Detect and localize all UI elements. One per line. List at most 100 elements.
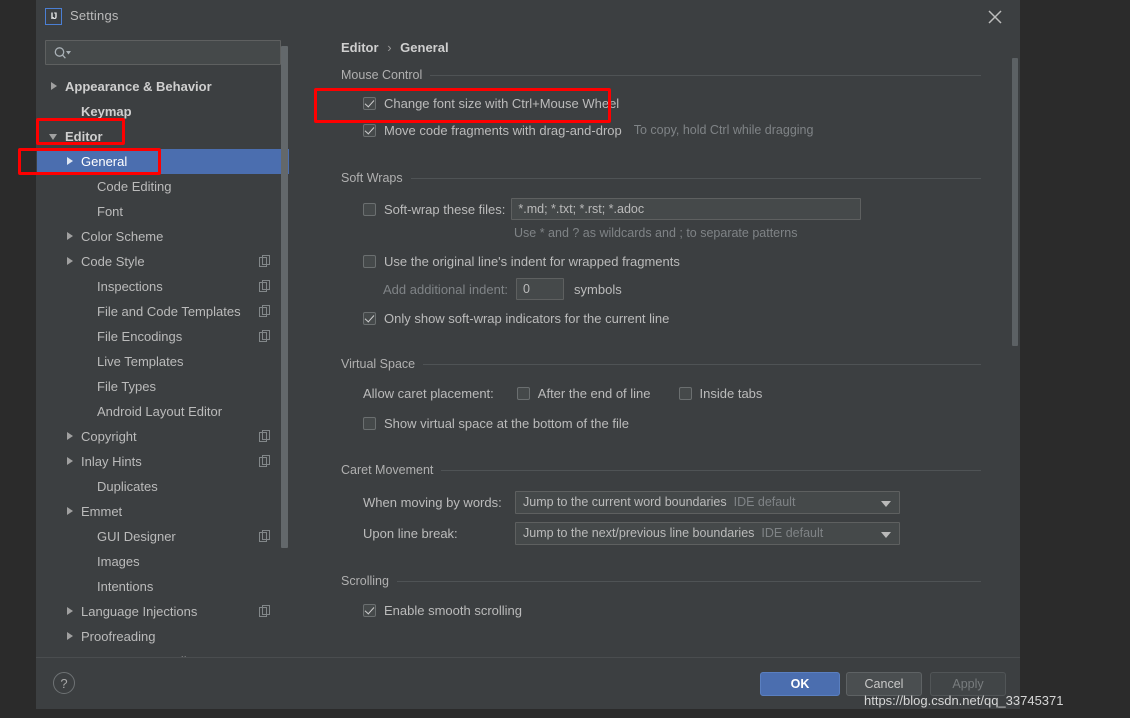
- copy-settings-icon: [259, 280, 271, 292]
- checkbox-show-virtual-space[interactable]: [363, 416, 376, 430]
- sidebar-item-label: Inspections: [97, 279, 163, 294]
- chevron-right-icon[interactable]: [49, 81, 60, 92]
- sidebar-item-label: Inlay Hints: [81, 454, 142, 469]
- chevron-right-icon[interactable]: [65, 631, 76, 642]
- chevron-down-icon[interactable]: [49, 131, 60, 142]
- row-move-code-fragments[interactable]: Move code fragments with drag-and-drop T…: [341, 118, 981, 142]
- input-soft-wrap-patterns[interactable]: *.md; *.txt; *.rst; *.adoc: [511, 198, 862, 220]
- group-title: Mouse Control: [341, 68, 423, 82]
- sidebar-item-images[interactable]: Images: [37, 549, 289, 574]
- chevron-right-icon[interactable]: [65, 506, 76, 517]
- label-additional-indent: Add additional indent:: [383, 281, 509, 297]
- input-additional-indent-value: 0: [523, 282, 530, 296]
- chevron-right-icon[interactable]: [65, 606, 76, 617]
- sidebar-item-editor[interactable]: Editor: [37, 124, 289, 149]
- row-soft-wrap-files[interactable]: Soft-wrap these files: *.md; *.txt; *.rs…: [341, 197, 981, 221]
- group-header-mouse-control: Mouse Control: [341, 66, 981, 84]
- sidebar-item-gui-designer[interactable]: GUI Designer: [37, 524, 289, 549]
- sidebar-item-proofreading[interactable]: Proofreading: [37, 624, 289, 649]
- sidebar-item-intentions[interactable]: Intentions: [37, 574, 289, 599]
- row-only-show-indicators[interactable]: Only show soft-wrap indicators for the c…: [341, 306, 981, 330]
- chevron-right-icon[interactable]: [65, 156, 76, 167]
- sidebar-item-label: Copyright: [81, 429, 137, 444]
- sidebar-item-code-style[interactable]: Code Style: [37, 249, 289, 274]
- dropdown-when-moving-by-words[interactable]: Jump to the current word boundaries IDE …: [515, 490, 900, 514]
- sidebar-item-label: Live Templates: [97, 354, 184, 369]
- content-scrollbar-thumb[interactable]: [1012, 58, 1018, 346]
- sidebar-item-label: Code Style: [81, 254, 145, 269]
- sidebar-item-inspections[interactable]: Inspections: [37, 274, 289, 299]
- checkbox-enable-smooth-scrolling[interactable]: [363, 603, 376, 617]
- sidebar-item-keymap[interactable]: Keymap: [37, 99, 289, 124]
- input-additional-indent[interactable]: 0: [516, 278, 565, 300]
- sidebar-item-file-types[interactable]: File Types: [37, 374, 289, 399]
- sidebar-item-inlay-hints[interactable]: Inlay Hints: [37, 449, 289, 474]
- copy-settings-icon: [259, 530, 271, 542]
- sidebar-item-textmate-bundles[interactable]: TextMate Bundles: [37, 649, 289, 657]
- sidebar-item-language-injections[interactable]: Language Injections: [37, 599, 289, 624]
- sidebar-item-font[interactable]: Font: [37, 199, 289, 224]
- group-title: Virtual Space: [341, 357, 416, 371]
- group-header-virtual-space: Virtual Space: [341, 355, 981, 373]
- checkbox-original-indent[interactable]: [363, 254, 376, 268]
- chevron-right-icon[interactable]: [65, 256, 76, 267]
- group-divider: [410, 177, 981, 179]
- row-allow-caret-placement: Allow caret placement: After the end of …: [341, 381, 981, 405]
- row-additional-indent[interactable]: Add additional indent: 0 symbols: [341, 277, 981, 301]
- sidebar-item-code-editing[interactable]: Code Editing: [37, 174, 289, 199]
- sidebar-item-color-scheme[interactable]: Color Scheme: [37, 224, 289, 249]
- ok-button[interactable]: OK: [760, 672, 840, 696]
- row-original-indent[interactable]: Use the original line's indent for wrapp…: [341, 249, 981, 273]
- sidebar-item-appearance-behavior[interactable]: Appearance & Behavior: [37, 74, 289, 99]
- help-button[interactable]: ?: [53, 672, 75, 694]
- sidebar-item-android-layout-editor[interactable]: Android Layout Editor: [37, 399, 289, 424]
- checkbox-move-code-fragments[interactable]: [363, 123, 376, 137]
- sidebar-scrollbar-thumb[interactable]: [281, 46, 288, 548]
- sidebar-item-file-and-code-templates[interactable]: File and Code Templates: [37, 299, 289, 324]
- checkbox-change-font-size[interactable]: [363, 96, 376, 110]
- copy-settings-icon: [259, 455, 271, 467]
- dialog-title: Settings: [70, 8, 119, 23]
- group-divider: [441, 469, 981, 471]
- group-soft-wraps: Soft Wraps Soft-wrap these files: *.md; …: [341, 169, 981, 330]
- label-enable-smooth-scrolling: Enable smooth scrolling: [384, 602, 523, 618]
- dropdown-when-moving-suffix: IDE default: [733, 495, 796, 509]
- sidebar-item-file-encodings[interactable]: File Encodings: [37, 324, 289, 349]
- row-enable-smooth-scrolling[interactable]: Enable smooth scrolling: [341, 598, 981, 622]
- settings-tree: Appearance & Behavior Keymap Editor General…: [37, 74, 289, 657]
- sidebar-item-duplicates[interactable]: Duplicates: [37, 474, 289, 499]
- group-divider: [423, 363, 981, 365]
- sidebar-item-copyright[interactable]: Copyright: [37, 424, 289, 449]
- chevron-right-icon[interactable]: [65, 231, 76, 242]
- sidebar-item-label: File Types: [97, 379, 157, 394]
- row-change-font-size[interactable]: Change font size with Ctrl+Mouse Wheel: [341, 91, 981, 115]
- label-upon-line-break: Upon line break:: [363, 525, 458, 541]
- sidebar-item-live-templates[interactable]: Live Templates: [37, 349, 289, 374]
- group-title: Scrolling: [341, 574, 389, 588]
- sidebar-item-label: Font: [97, 204, 124, 219]
- row-show-virtual-space[interactable]: Show virtual space at the bottom of the …: [341, 411, 981, 435]
- sidebar-item-emmet[interactable]: Emmet: [37, 499, 289, 524]
- checkbox-after-end-of-line[interactable]: [516, 386, 530, 400]
- checkbox-only-show-indicators[interactable]: [363, 311, 376, 325]
- group-caret-movement: Caret Movement When moving by words: Jum…: [341, 461, 981, 546]
- breadcrumb-root[interactable]: Editor: [341, 40, 379, 55]
- search-input[interactable]: [45, 40, 281, 65]
- sidebar-item-general[interactable]: General: [37, 149, 289, 174]
- sidebar-item-label: Duplicates: [97, 479, 158, 494]
- dropdown-upon-line-break[interactable]: Jump to the next/previous line boundarie…: [515, 521, 900, 545]
- close-icon[interactable]: [986, 8, 1004, 26]
- chevron-down-icon: [881, 500, 891, 507]
- checkbox-soft-wrap-files[interactable]: [363, 202, 376, 216]
- sidebar-item-label: Emmet: [81, 504, 123, 519]
- chevron-right-icon[interactable]: [65, 431, 76, 442]
- row-upon-line-break: Upon line break: Jump to the next/previo…: [341, 520, 981, 546]
- sidebar-item-label: GUI Designer: [97, 529, 176, 544]
- label-move-code-fragments: Move code fragments with drag-and-drop: [384, 122, 622, 138]
- dropdown-upon-line-break-suffix: IDE default: [761, 526, 824, 540]
- checkbox-inside-tabs[interactable]: [678, 386, 692, 400]
- app-icon: IJ: [45, 8, 62, 25]
- chevron-right-icon[interactable]: [65, 456, 76, 467]
